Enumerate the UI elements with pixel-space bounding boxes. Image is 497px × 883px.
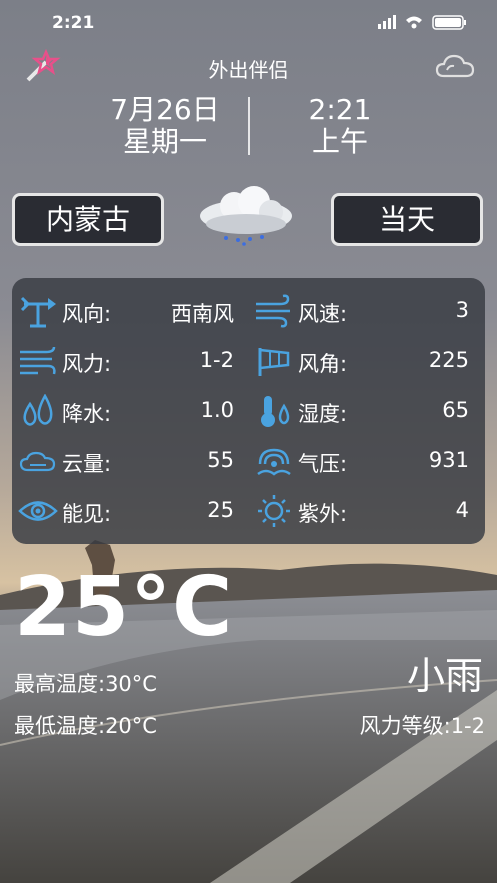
detail-value: 1.0 — [200, 398, 234, 422]
wind-vane-icon — [20, 296, 56, 328]
thermometer-humidity-icon — [261, 396, 290, 427]
day-button[interactable]: 当天 — [331, 193, 483, 246]
wind-speed-icon — [256, 294, 290, 328]
detail-cell: 风力: 1-2 — [12, 336, 238, 386]
cloud-icon[interactable] — [435, 50, 475, 80]
detail-label: 风力: — [62, 352, 112, 376]
detail-cell: 气压: 931 — [248, 436, 485, 486]
detail-label: 紫外: — [298, 502, 348, 526]
detail-label: 云量: — [62, 452, 112, 476]
ampm-text: 上午 — [311, 125, 368, 158]
detail-cell: 风角: 225 — [248, 336, 485, 386]
weather-condition: 小雨 — [406, 654, 483, 698]
time-block: 2:21 上午 — [270, 94, 410, 158]
high-temperature: 最高温度:30°C — [14, 672, 157, 696]
weekday-text: 星期一 — [122, 125, 207, 158]
rain-drops-icon — [23, 394, 53, 426]
detail-value: 65 — [442, 398, 469, 422]
detail-cell: 风速: 3 — [248, 286, 485, 336]
detail-row: 风向: 西南风 风速: 3 — [12, 286, 485, 336]
date-block: 7月26日 星期一 — [100, 94, 230, 158]
detail-value: 西南风 — [171, 302, 234, 326]
detail-cell: 云量: 55 — [12, 436, 238, 486]
detail-row: 降水: 1.0 湿度: 65 — [12, 386, 485, 436]
detail-label: 风角: — [298, 352, 348, 376]
sun-icon — [258, 495, 290, 527]
detail-label: 风速: — [298, 302, 348, 326]
detail-row: 风力: 1-2 风角: 225 — [12, 336, 485, 386]
detail-label: 湿度: — [298, 402, 348, 426]
wind-sock-icon — [258, 348, 290, 376]
detail-value: 1-2 — [199, 348, 234, 372]
detail-value: 931 — [428, 448, 469, 472]
low-temperature: 最低温度:20°C — [14, 714, 157, 738]
detail-value: 225 — [428, 348, 469, 372]
status-icons — [378, 15, 466, 30]
detail-value: 55 — [207, 448, 234, 472]
cloud-cover-icon — [19, 451, 56, 472]
detail-cell: 风向: 西南风 — [12, 286, 238, 336]
detail-label: 风向: — [62, 302, 112, 326]
detail-cell: 湿度: 65 — [248, 386, 485, 436]
detail-label: 降水: — [62, 402, 112, 426]
light-rain-weather-icon — [200, 186, 292, 246]
detail-row: 云量: 55 气压: 931 — [12, 436, 485, 486]
detail-value: 4 — [455, 498, 469, 522]
detail-label: 能见: — [62, 502, 112, 526]
current-temperature: 25°C — [14, 560, 234, 655]
pressure-icon — [257, 448, 291, 476]
wind-level: 风力等级:1-2 — [359, 714, 485, 738]
detail-value: 3 — [455, 298, 469, 322]
detail-cell: 能见: 25 — [12, 486, 238, 536]
detail-row: 能见: 25 紫外: 4 — [12, 486, 485, 536]
weather-details-panel: 风向: 西南风 风速: 3 风力: 1-2 风角: 225 降水: 1.0 湿度… — [12, 278, 485, 544]
date-divider — [248, 97, 250, 155]
app-title: 外出伴侣 — [208, 58, 289, 82]
eye-icon — [18, 501, 58, 521]
status-bar: 2:21 — [0, 0, 497, 44]
detail-label: 气压: — [298, 452, 348, 476]
status-time: 2:21 — [52, 13, 95, 33]
region-button[interactable]: 内蒙古 — [12, 193, 164, 246]
date-text: 7月26日 — [110, 93, 220, 126]
detail-value: 25 — [207, 498, 234, 522]
wind-force-icon — [20, 346, 56, 375]
time-text: 2:21 — [308, 93, 372, 126]
detail-cell: 降水: 1.0 — [12, 386, 238, 436]
detail-cell: 紫外: 4 — [248, 486, 485, 536]
top-bar: 外出伴侣 — [0, 48, 497, 88]
